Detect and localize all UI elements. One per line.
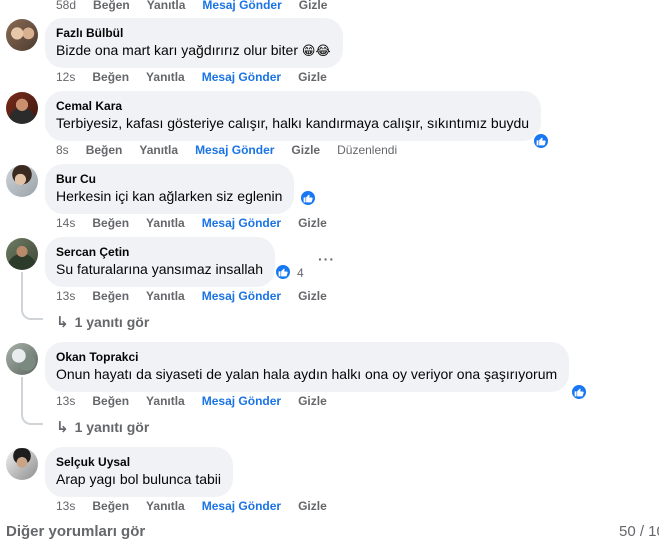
comment-actions: 13s Beğen Yanıtla Mesaj Gönder Gizle: [56, 289, 344, 303]
comment-actions: 14s Beğen Yanıtla Mesaj Gönder Gizle: [56, 216, 344, 230]
comment-time: 58d: [56, 0, 77, 12]
reply-arrow-icon: ↳: [56, 419, 69, 436]
comment-text: Onun hayatı da siyaseti de yalan hala ay…: [56, 366, 558, 382]
like-button[interactable]: Beğen: [92, 70, 129, 84]
grinning-emoji: 😁😂: [301, 43, 331, 58]
like-button[interactable]: Beğen: [92, 499, 129, 513]
view-replies-label: 1 yanıtı gör: [74, 314, 150, 330]
send-message-button[interactable]: Mesaj Gönder: [202, 70, 281, 84]
comment-time[interactable]: 14s: [56, 216, 75, 230]
comment-bubble: Cemal Kara Terbiyesiz, kafası gösteriye …: [45, 91, 542, 141]
comment-bubble: Okan Toprakci Onun hayatı da siyaseti de…: [45, 342, 570, 392]
reply-button[interactable]: Yanıtla: [146, 394, 185, 408]
like-reaction-badge[interactable]: [274, 263, 292, 281]
like-button[interactable]: Beğen: [93, 0, 130, 12]
comment-time[interactable]: 8s: [56, 143, 69, 157]
hide-button[interactable]: Gizle: [291, 143, 320, 157]
avatar[interactable]: [6, 19, 38, 51]
comment-text: Arap yagı bol bulunca tabii: [56, 471, 221, 487]
comment-text: Herkesin içi kan ağlarken siz eglenin: [56, 188, 283, 204]
like-icon: [536, 137, 546, 146]
send-message-button[interactable]: Mesaj Gönder: [195, 143, 274, 157]
comment-author[interactable]: Selçuk Uysal: [56, 454, 221, 470]
avatar[interactable]: [6, 238, 38, 270]
comment-actions: 13s Beğen Yanıtla Mesaj Gönder Gizle: [56, 499, 344, 513]
send-message-button[interactable]: Mesaj Gönder: [202, 216, 281, 230]
comment-time[interactable]: 13s: [56, 289, 75, 303]
view-replies-link[interactable]: ↳ 1 yanıtı gör: [56, 418, 149, 436]
view-more-comments-link[interactable]: Diğer yorumları gör: [6, 523, 145, 540]
comment-author[interactable]: Cemal Kara: [56, 98, 529, 114]
hide-button[interactable]: Gizle: [298, 70, 327, 84]
hide-button[interactable]: Gizle: [298, 289, 327, 303]
comment-count: 50 / 10: [619, 523, 659, 540]
like-button[interactable]: Beğen: [86, 143, 123, 157]
avatar[interactable]: [6, 165, 38, 197]
avatar[interactable]: [6, 448, 38, 480]
like-icon: [574, 388, 584, 397]
comment-actions: 8s Beğen Yanıtla Mesaj Gönder Gizle Düze…: [56, 143, 397, 157]
reply-button[interactable]: Yanıtla: [146, 499, 185, 513]
comment-author[interactable]: Okan Toprakci: [56, 349, 557, 365]
like-reaction-badge[interactable]: [532, 132, 550, 150]
comment-text: Terbiyesiz, kafası gösteriye calışır, ha…: [56, 115, 530, 131]
like-button[interactable]: Beğen: [92, 289, 129, 303]
like-reaction-badge[interactable]: [570, 383, 588, 401]
like-reaction-badge[interactable]: [299, 189, 317, 207]
reply-arrow-icon: ↳: [56, 314, 69, 331]
comment-time[interactable]: 12s: [56, 70, 75, 84]
like-button[interactable]: Beğen: [92, 216, 129, 230]
hide-button[interactable]: Gizle: [298, 499, 327, 513]
reply-button[interactable]: Yanıtla: [139, 143, 178, 157]
reply-button[interactable]: Yanıtla: [146, 216, 185, 230]
comment-time[interactable]: 13s: [56, 499, 75, 513]
send-message-button[interactable]: Mesaj Gönder: [202, 0, 281, 12]
thread-connector: [21, 411, 43, 425]
comment-actions: 13s Beğen Yanıtla Mesaj Gönder Gizle: [56, 394, 344, 408]
avatar[interactable]: [6, 343, 38, 375]
reply-button[interactable]: Yanıtla: [146, 289, 185, 303]
thread-line: [21, 272, 23, 308]
comment-bubble: Fazlı Bülbül Bizde ona mart karı yağdırı…: [45, 18, 343, 68]
hide-button[interactable]: Gizle: [299, 0, 328, 12]
view-replies-link[interactable]: ↳ 1 yanıtı gör: [56, 313, 149, 331]
avatar[interactable]: [6, 92, 38, 124]
comment-author[interactable]: Bur Cu: [56, 171, 282, 187]
top-comment-actions: 58d Beğen Yanıtla Mesaj Gönder Gizle: [56, 0, 344, 12]
comment-bubble: Bur Cu Herkesin içi kan ağlarken siz egl…: [45, 164, 295, 214]
comment-text: Bizde ona mart karı yağdırırız olur bite…: [56, 42, 331, 58]
thread-line: [21, 377, 23, 413]
comment-author[interactable]: Sercan Çetin: [56, 244, 263, 260]
more-options-icon[interactable]: ···: [318, 251, 335, 267]
comment-actions: 12s Beğen Yanıtla Mesaj Gönder Gizle: [56, 70, 344, 84]
thread-connector: [21, 306, 43, 320]
view-replies-label: 1 yanıtı gör: [74, 419, 150, 435]
like-button[interactable]: Beğen: [92, 394, 129, 408]
comment-text: Su faturalarına yansımaz insallah: [56, 261, 263, 277]
edited-label[interactable]: Düzenlendi: [337, 143, 397, 157]
send-message-button[interactable]: Mesaj Gönder: [202, 289, 281, 303]
comment-author[interactable]: Fazlı Bülbül: [56, 25, 331, 41]
hide-button[interactable]: Gizle: [298, 394, 327, 408]
comment-bubble: Sercan Çetin Su faturalarına yansımaz in…: [45, 237, 275, 287]
comment-bubble: Selçuk Uysal Arap yagı bol bulunca tabii: [45, 447, 233, 497]
reply-button[interactable]: Yanıtla: [146, 70, 185, 84]
reaction-count[interactable]: 4: [297, 266, 304, 280]
send-message-button[interactable]: Mesaj Gönder: [202, 394, 281, 408]
send-message-button[interactable]: Mesaj Gönder: [202, 499, 281, 513]
like-icon: [278, 268, 288, 277]
reply-button[interactable]: Yanıtla: [147, 0, 186, 12]
like-icon: [303, 194, 313, 203]
comment-time[interactable]: 13s: [56, 394, 75, 408]
hide-button[interactable]: Gizle: [298, 216, 327, 230]
